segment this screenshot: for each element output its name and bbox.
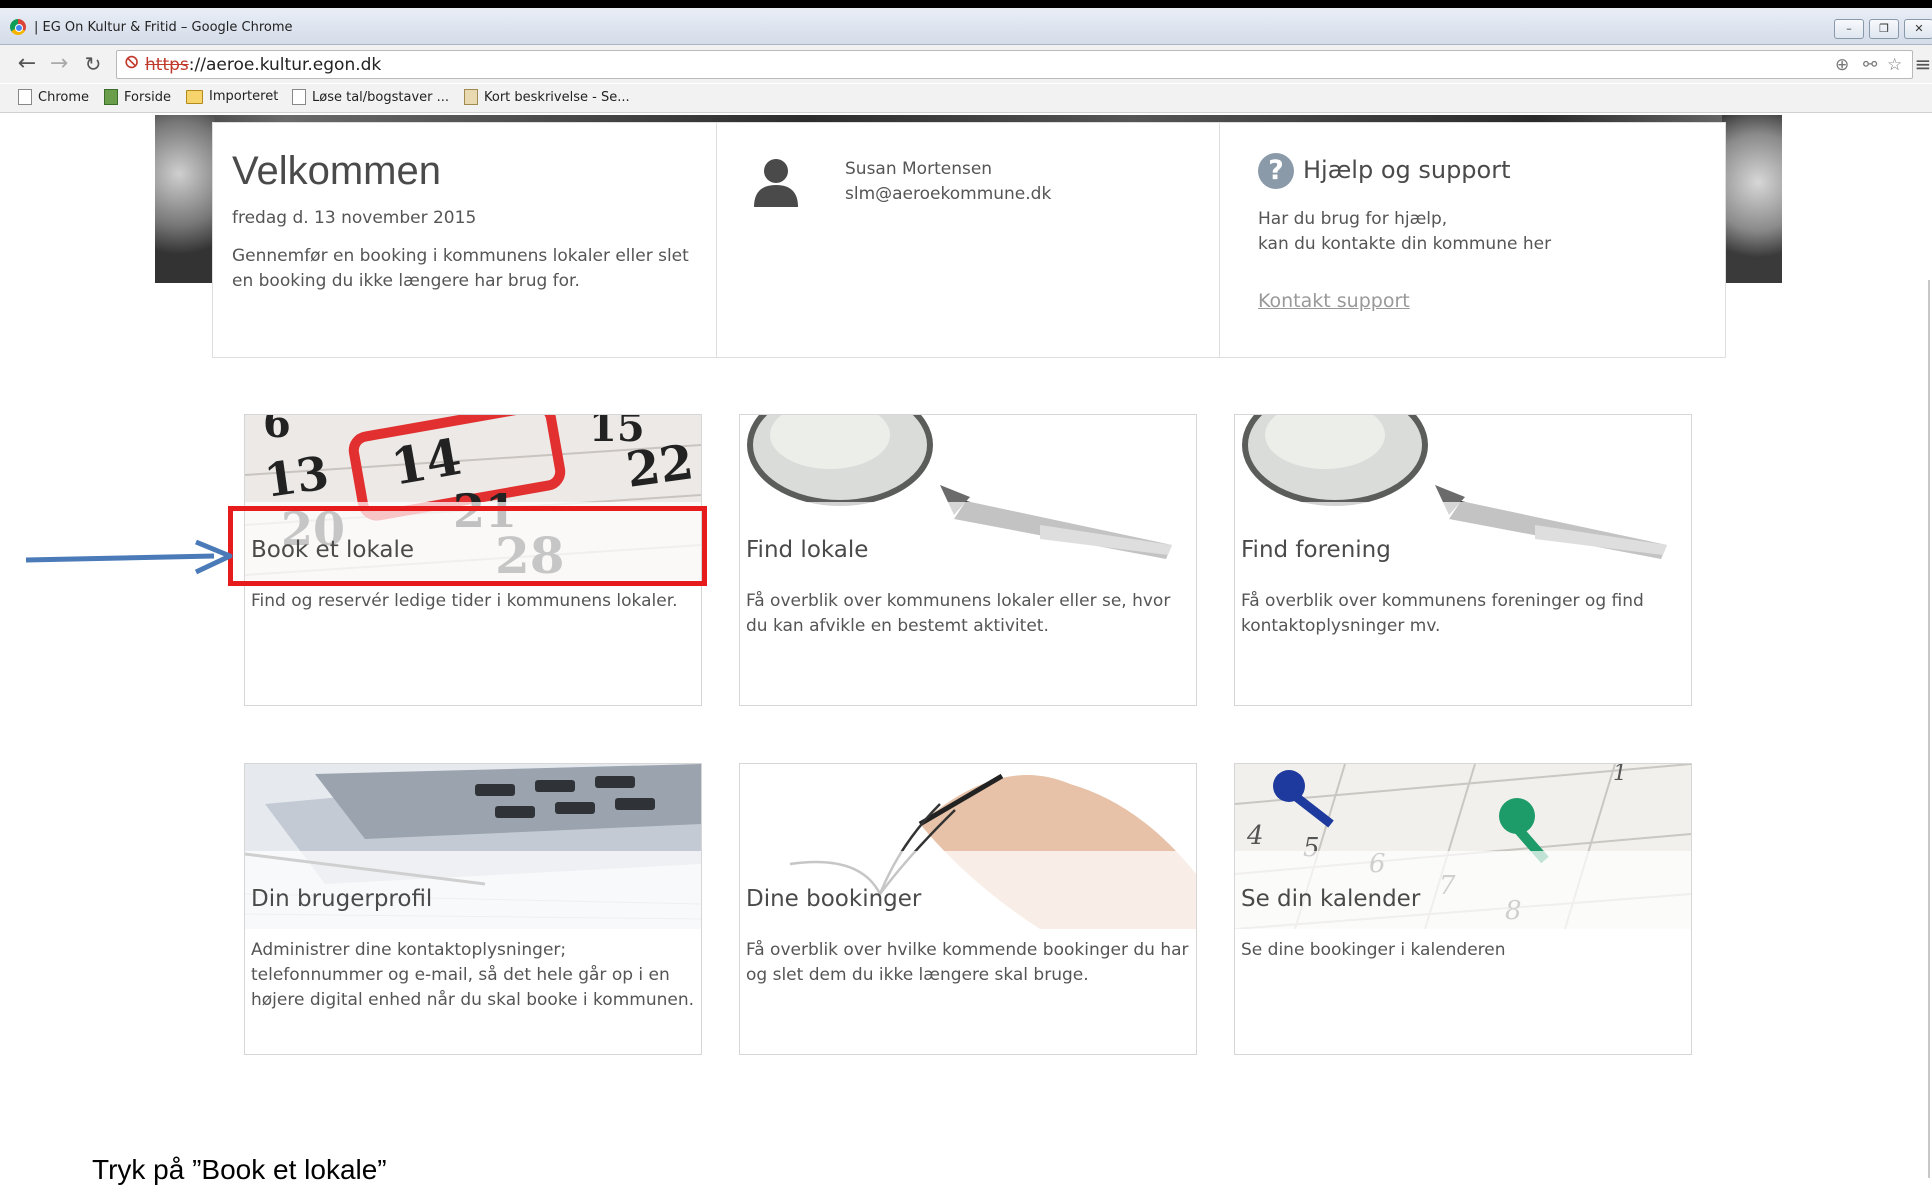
- help-title: Hjælp og support: [1303, 156, 1511, 184]
- tile-description: Administrer dine kontaktoplysninger; tel…: [251, 940, 695, 1010]
- tile-find-forening[interactable]: Find forening Få overblik over kommunens…: [1234, 414, 1692, 706]
- tile-title[interactable]: Find lokale: [746, 537, 868, 563]
- bookmark-importeret[interactable]: Importeret: [186, 89, 278, 104]
- zoom-icon[interactable]: ⊕: [1835, 55, 1849, 75]
- window-titlebar: | EG On Kultur & Fritid – Google Chrome …: [0, 8, 1932, 45]
- tile-description: Få overblik over hvilke kommende booking…: [746, 940, 1189, 985]
- window-title: | EG On Kultur & Fritid – Google Chrome: [34, 20, 293, 35]
- svg-text:6: 6: [263, 415, 291, 447]
- tile-title[interactable]: Din brugerprofil: [251, 886, 432, 912]
- scrollbar[interactable]: [1928, 280, 1930, 1178]
- reload-icon[interactable]: ↻: [80, 51, 106, 77]
- back-icon[interactable]: ←: [14, 51, 40, 77]
- bookmark-chrome[interactable]: Chrome: [18, 89, 89, 105]
- welcome-panel: Velkommen fredag d. 13 november 2015 Gen…: [212, 122, 1726, 358]
- tile-find-lokale[interactable]: Find lokale Få overblik over kommunens l…: [739, 414, 1197, 706]
- bookmark-kort-beskrivelse[interactable]: Kort beskrivelse - Se...: [464, 89, 630, 105]
- question-icon: ?: [1258, 153, 1294, 189]
- svg-text:4: 4: [1246, 821, 1264, 851]
- page-icon: [18, 89, 32, 105]
- highlight-box: [228, 506, 707, 586]
- insecure-lock-icon: 🛇: [125, 56, 139, 71]
- user-name: Susan Mortensen: [845, 159, 993, 179]
- site-icon: [104, 89, 118, 105]
- url-text[interactable]: https://aeroe.kultur.egon.dk: [145, 55, 381, 75]
- bookmarks-bar: Chrome Forside Importeret Løse tal/bogst…: [0, 84, 1932, 113]
- site-icon: [464, 89, 478, 105]
- page-icon: [292, 89, 306, 105]
- user-icon: [754, 159, 798, 207]
- tile-din-brugerprofil[interactable]: Din brugerprofil Administrer dine kontak…: [244, 763, 702, 1055]
- close-window-button[interactable]: ✕: [1904, 19, 1932, 39]
- welcome-description: Gennemfør en booking i kommunens lokaler…: [232, 246, 689, 291]
- tile-description: Find og reservér ledige tider i kommunen…: [251, 591, 678, 611]
- tile-description: Få overblik over kommunens foreninger og…: [1241, 591, 1644, 636]
- bookmark-forside[interactable]: Forside: [104, 89, 171, 105]
- welcome-date: fredag d. 13 november 2015: [232, 208, 477, 228]
- user-email: slm@aeroekommune.dk: [845, 184, 1052, 204]
- key-icon[interactable]: ⚯: [1863, 55, 1877, 75]
- help-line-1: Har du brug for hjælp,: [1258, 209, 1448, 229]
- hero-photo-right: [1722, 115, 1782, 283]
- welcome-column: Velkommen fredag d. 13 november 2015 Gen…: [213, 123, 716, 357]
- tile-title[interactable]: Se din kalender: [1241, 886, 1420, 912]
- bookmark-star-icon[interactable]: ☆: [1887, 55, 1902, 75]
- tile-description: Få overblik over kommunens lokaler eller…: [746, 591, 1171, 636]
- help-column: ? Hjælp og support Har du brug for hjælp…: [1219, 123, 1725, 357]
- address-bar[interactable]: 🛇 https://aeroe.kultur.egon.dk ⊕ ⚯ ☆: [116, 50, 1913, 79]
- forward-icon[interactable]: →: [46, 51, 72, 77]
- instruction-text: Tryk på ”Book et lokale”: [92, 1154, 387, 1185]
- svg-text:22: 22: [623, 434, 697, 499]
- help-line-2: kan du kontakte din kommune her: [1258, 234, 1552, 254]
- tile-title[interactable]: Dine bookinger: [746, 886, 921, 912]
- user-column: Susan Mortensen slm@aeroekommune.dk: [716, 123, 1220, 357]
- tile-title[interactable]: Find forening: [1241, 537, 1391, 563]
- minimize-button[interactable]: –: [1834, 19, 1864, 39]
- chrome-icon: [10, 19, 26, 35]
- screen-top-edge: [0, 0, 1932, 8]
- tile-description: Se dine bookinger i kalenderen: [1241, 940, 1506, 960]
- pointer-arrow-icon: [25, 539, 233, 575]
- svg-text:1: 1: [1613, 764, 1627, 786]
- hero-photo-left: [155, 115, 215, 283]
- welcome-title: Velkommen: [232, 149, 441, 193]
- tile-dine-bookinger[interactable]: Dine bookinger Få overblik over hvilke k…: [739, 763, 1197, 1055]
- bookmark-loese-tal[interactable]: Løse tal/bogstaver ...: [292, 89, 449, 105]
- menu-icon[interactable]: ≡: [1914, 51, 1932, 77]
- tile-se-din-kalender[interactable]: 4 5 6 7 8 1 Se din kalender Se dine book…: [1234, 763, 1692, 1055]
- contact-support-link[interactable]: Kontakt support: [1258, 290, 1410, 312]
- browser-toolbar: ← → ↻ 🛇 https://aeroe.kultur.egon.dk ⊕ ⚯…: [0, 45, 1932, 83]
- folder-icon: [186, 89, 203, 104]
- svg-text:13: 13: [261, 446, 332, 508]
- restore-button[interactable]: ❐: [1869, 19, 1899, 39]
